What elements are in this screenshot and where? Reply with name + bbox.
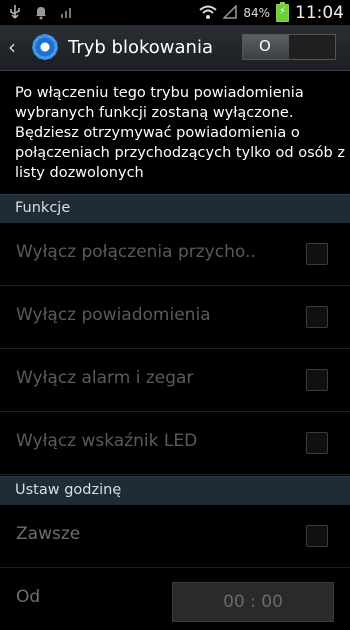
- list-item-disable-notifications[interactable]: Wyłącz powiadomienia: [0, 286, 350, 349]
- from-time-field[interactable]: 00 : 00: [172, 582, 334, 622]
- item-label: Wyłącz wskaźnik LED: [16, 431, 198, 451]
- usb-icon: [8, 4, 22, 20]
- list-item-from-time: Od 00 : 00: [0, 568, 350, 630]
- description-text: Po włączeniu tego trybu powiadomienia wy…: [15, 85, 345, 181]
- checkbox[interactable]: [306, 243, 328, 265]
- section-header-features: Funkcje: [0, 194, 350, 223]
- battery-icon: ⚡: [276, 2, 289, 22]
- settings-gear-icon[interactable]: [30, 32, 60, 62]
- item-label: Wyłącz alarm i zegar: [16, 368, 194, 388]
- item-label: Wyłącz powiadomienia: [16, 305, 211, 325]
- toggle-track[interactable]: [289, 35, 335, 59]
- page-title[interactable]: Tryb blokowania: [68, 37, 213, 58]
- section-title: Funkcje: [15, 200, 71, 216]
- section-title: Ustaw godzinę: [15, 482, 122, 498]
- checkbox[interactable]: [306, 525, 328, 547]
- notification-bell-icon: [34, 4, 48, 20]
- section-header-schedule: Ustaw godzinę: [0, 476, 350, 505]
- blocking-mode-toggle[interactable]: O: [242, 34, 336, 60]
- toggle-label: O: [259, 37, 271, 55]
- checkbox[interactable]: [306, 306, 328, 328]
- toggle-knob[interactable]: O: [243, 35, 289, 59]
- wifi-icon: [199, 4, 217, 23]
- battery-percent: 84%: [243, 6, 270, 20]
- item-label: Zawsze: [16, 524, 81, 544]
- checkbox[interactable]: [306, 369, 328, 391]
- checkbox[interactable]: [306, 432, 328, 454]
- no-signal-icon: [222, 3, 238, 23]
- action-bar: ‹ Tryb blokowania O: [0, 25, 350, 71]
- item-label: Od: [16, 587, 41, 607]
- status-time: 11:04: [295, 3, 344, 23]
- status-bar: 84% ⚡ 11:04: [0, 0, 350, 25]
- list-item-disable-led[interactable]: Wyłącz wskaźnik LED: [0, 412, 350, 475]
- signal-bars-icon: [60, 4, 74, 20]
- back-chevron-icon[interactable]: ‹: [8, 35, 16, 59]
- list-item-always[interactable]: Zawsze: [0, 505, 350, 568]
- list-item-disable-alarm[interactable]: Wyłącz alarm i zegar: [0, 349, 350, 412]
- item-label: Wyłącz połączenia przycho..: [16, 242, 256, 262]
- list-item-disable-calls[interactable]: Wyłącz połączenia przycho..: [0, 223, 350, 286]
